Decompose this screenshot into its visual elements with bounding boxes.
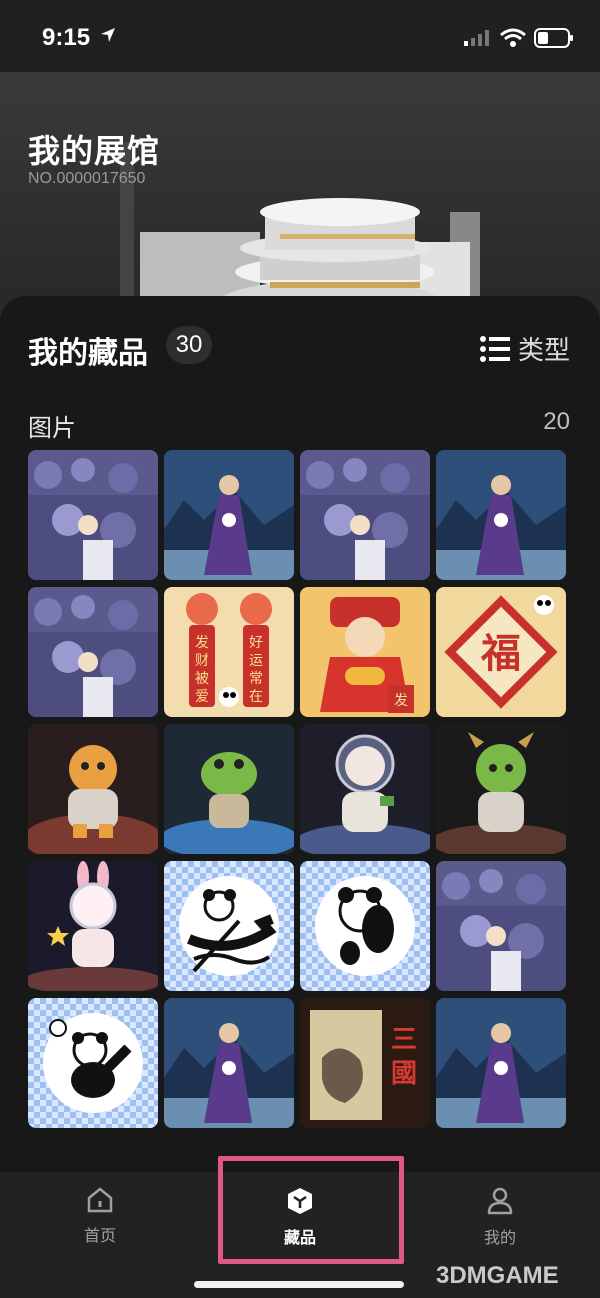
type-filter-button[interactable]: 类型 <box>479 330 570 367</box>
collection-item-crowd[interactable] <box>28 587 158 717</box>
page-title: 我的展馆 <box>28 132 161 170</box>
status-bar: 9:15 <box>0 0 600 72</box>
svg-text:运: 运 <box>249 653 263 669</box>
museum-number: NO.0000017650 <box>28 170 146 187</box>
collection-item-panda-yoga[interactable] <box>300 861 430 991</box>
nav-mine[interactable]: 我的 <box>440 1186 560 1248</box>
collection-item-crowd[interactable] <box>300 450 430 580</box>
user-icon <box>487 1187 513 1215</box>
collection-item-fortune-god[interactable]: 发 <box>300 587 430 717</box>
svg-text:好: 好 <box>249 635 263 651</box>
collection-item-frog[interactable] <box>164 724 294 854</box>
section-label-images: 图片 <box>28 414 76 442</box>
collection-item-tiger[interactable] <box>28 724 158 854</box>
status-time: 9:15 <box>42 24 91 51</box>
collection-count-badge: 30 <box>166 326 212 364</box>
list-icon <box>479 335 510 362</box>
location-icon <box>101 28 115 42</box>
nav-home-label: 首页 <box>83 1226 116 1245</box>
watermark-logo: 3DMGAME <box>436 1262 559 1289</box>
home-icon <box>87 1187 113 1213</box>
collection-item-panda-ball[interactable] <box>28 998 158 1128</box>
collection-item-crowd[interactable] <box>28 450 158 580</box>
collection-item-ninja[interactable] <box>164 998 294 1128</box>
svg-text:國: 國 <box>391 1059 417 1089</box>
svg-text:财: 财 <box>195 653 209 669</box>
cellular-signal-icon <box>464 30 489 46</box>
svg-text:在: 在 <box>249 689 263 705</box>
type-filter-label: 类型 <box>517 336 570 366</box>
svg-text:被: 被 <box>195 671 209 687</box>
battery-icon <box>534 28 573 48</box>
collection-panel: 我的藏品 30 类型 图片 20 发 财 被 爱 好 运 常 在 发 福 三 國 <box>0 296 600 1176</box>
svg-text:发: 发 <box>394 693 408 709</box>
collection-grid: 发 财 被 爱 好 运 常 在 发 福 三 國 <box>28 450 568 1128</box>
svg-text:发: 发 <box>195 635 209 651</box>
collection-item-rabbit-astronaut[interactable] <box>28 861 158 991</box>
collection-item-three-kingdoms[interactable]: 三國 <box>300 998 430 1128</box>
nav-home[interactable]: 首页 <box>40 1186 160 1246</box>
collection-item-ninja[interactable] <box>164 450 294 580</box>
collection-item-ninja[interactable] <box>436 450 566 580</box>
svg-text:三: 三 <box>391 1025 417 1055</box>
collection-item-dragon[interactable] <box>436 724 566 854</box>
collection-item-lion-couplet[interactable]: 发 财 被 爱 好 运 常 在 <box>164 587 294 717</box>
svg-text:爱: 爱 <box>195 689 209 705</box>
svg-text:福: 福 <box>480 630 521 677</box>
collection-item-panda-boat[interactable] <box>164 861 294 991</box>
collection-item-sheep-astronaut[interactable] <box>300 724 430 854</box>
hero-banner: 我的展馆 NO.0000017650 <box>0 72 600 332</box>
highlight-annotation <box>218 1156 404 1264</box>
nav-mine-label: 我的 <box>483 1228 516 1247</box>
section-count-images: 20 <box>543 408 570 435</box>
svg-text:常: 常 <box>249 671 263 687</box>
home-indicator[interactable] <box>194 1281 404 1288</box>
collection-item-ninja[interactable] <box>436 998 566 1128</box>
collection-item-crowd[interactable] <box>436 861 566 991</box>
collection-item-fu-panda[interactable]: 福 <box>436 587 566 717</box>
wifi-icon <box>500 28 526 47</box>
collection-title: 我的藏品 <box>28 336 148 371</box>
